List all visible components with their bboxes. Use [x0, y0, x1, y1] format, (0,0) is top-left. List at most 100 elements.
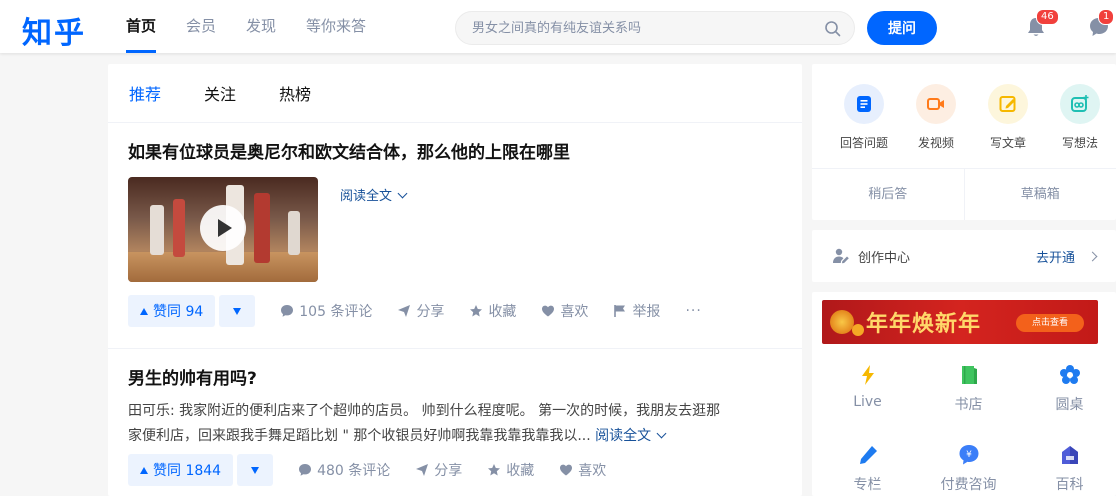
search-input[interactable]: [472, 12, 822, 44]
video-court-decor: [128, 252, 318, 282]
search-icon[interactable]: [824, 20, 842, 38]
app-grid: Live 书店 圆桌 专栏 ¥ 付费咨询 百科: [812, 354, 1116, 496]
tab-follow[interactable]: 关注: [204, 64, 236, 122]
video-player-figure: [150, 205, 164, 255]
app-label: Live: [853, 394, 882, 410]
like-label: 喜欢: [560, 304, 589, 320]
tab-hot[interactable]: 热榜: [279, 64, 311, 122]
app-bookstore[interactable]: 书店: [923, 354, 1014, 434]
new-year-banner[interactable]: 年年焕新年 点击查看: [822, 300, 1098, 344]
creator-action-label: 回答问题: [839, 136, 888, 150]
like-button[interactable]: 喜欢: [559, 460, 606, 480]
like-button[interactable]: 喜欢: [541, 301, 588, 321]
app-column[interactable]: 专栏: [822, 434, 913, 496]
app-paid-consult[interactable]: ¥ 付费咨询: [923, 434, 1014, 496]
zhihu-logo[interactable]: 知乎: [22, 8, 86, 52]
write-article-button[interactable]: 写文章: [972, 84, 1044, 168]
play-icon[interactable]: [200, 205, 246, 251]
video-player-figure: [173, 199, 185, 257]
creator-action-label: 发视频: [917, 136, 954, 150]
search-box: [455, 11, 855, 45]
live-icon: [861, 365, 874, 385]
share-button[interactable]: 分享: [397, 301, 444, 321]
column-icon: [859, 446, 877, 464]
comment-button[interactable]: 480 条评论: [298, 460, 390, 480]
ask-question-button[interactable]: 提问: [867, 11, 937, 45]
message-badge: 1: [1098, 9, 1115, 25]
excerpt-text: 我家附近的便利店来了个超帅的店员。 帅到什么程度呢。 第一次的时候，我朋友去逛那: [179, 403, 721, 419]
collect-button[interactable]: 收藏: [469, 301, 516, 321]
collect-label: 收藏: [506, 463, 535, 479]
heart-icon: [560, 464, 573, 476]
app-encyclopedia[interactable]: 百科: [1024, 434, 1115, 496]
video-player-figure: [254, 193, 270, 263]
app-roundtable[interactable]: 圆桌: [1024, 354, 1115, 434]
read-more-link[interactable]: 阅读全文: [595, 428, 667, 444]
share-icon: [416, 464, 429, 476]
excerpt-line: 田可乐: 我家附近的便利店来了个超帅的店员。 帅到什么程度呢。 第一次的时候，我…: [128, 399, 778, 424]
comment-button[interactable]: 105 条评论: [280, 301, 372, 321]
read-more-link[interactable]: 阅读全文: [340, 185, 408, 204]
question-title[interactable]: 男生的帅有用吗?: [128, 349, 782, 391]
post-video-button[interactable]: 发视频: [900, 84, 972, 168]
answer-question-button[interactable]: 回答问题: [828, 84, 900, 168]
svg-text:¥: ¥: [966, 450, 972, 460]
go-open-link[interactable]: 去开通: [1036, 247, 1075, 266]
action-bar: 赞同 94 105 条评论 分享 收藏 喜欢 举报 ···: [128, 295, 702, 327]
chevron-down-icon: [397, 188, 408, 199]
comment-icon: [281, 305, 294, 317]
write-idea-button[interactable]: 写想法: [1044, 84, 1116, 168]
creator-center-label: 创作中心: [858, 250, 911, 266]
apps-card: 年年焕新年 点击查看 Live 书店 圆桌 专栏 ¥ 付费咨询 百科: [812, 292, 1116, 496]
video-thumbnail[interactable]: [128, 177, 318, 282]
app-label: 专栏: [853, 477, 882, 493]
like-label: 喜欢: [578, 463, 607, 479]
upvote-button[interactable]: 赞同 94: [128, 295, 216, 327]
chevron-down-icon: [656, 428, 667, 439]
idea-icon: [1060, 84, 1100, 124]
excerpt-text: 家便利店，回来跟我手舞足蹈比划 " 那个收银员好帅啊我靠我靠我靠我以...: [128, 428, 591, 444]
banner-cta-button[interactable]: 点击查看: [1016, 314, 1084, 332]
flag-icon: [614, 305, 626, 317]
consult-icon: ¥: [959, 445, 978, 465]
creator-center-row: 创作中心 去开通: [812, 230, 1116, 282]
heart-icon: [542, 305, 555, 317]
downvote-arrow-icon: [233, 308, 242, 315]
collect-button[interactable]: 收藏: [487, 460, 534, 480]
question-title[interactable]: 如果有位球员是奥尼尔和欧文结合体，那么他的上限在哪里: [128, 123, 782, 165]
feed-item: 男生的帅有用吗? 田可乐: 我家附近的便利店来了个超帅的店员。 帅到什么程度呢。…: [108, 349, 802, 486]
comment-label: 480 条评论: [317, 463, 391, 479]
app-label: 百科: [1055, 477, 1084, 493]
app-live[interactable]: Live: [822, 354, 913, 434]
lantern-decoration: [830, 310, 854, 334]
downvote-button[interactable]: [219, 295, 256, 327]
feed-card: 推荐 关注 热榜 如果有位球员是奥尼尔和欧文结合体，那么他的上限在哪里 阅读全文…: [108, 64, 802, 496]
report-label: 举报: [632, 304, 661, 320]
share-label: 分享: [416, 304, 445, 320]
collect-label: 收藏: [488, 304, 517, 320]
app-label: 书店: [954, 397, 983, 413]
video-player-figure: [288, 211, 300, 255]
tab-recommend[interactable]: 推荐: [129, 64, 161, 122]
creator-center-card[interactable]: 创作中心 去开通: [812, 230, 1116, 282]
answer-excerpt[interactable]: 田可乐: 我家附近的便利店来了个超帅的店员。 帅到什么程度呢。 第一次的时候，我…: [128, 399, 778, 449]
nav-waiting[interactable]: 等你来答: [306, 0, 366, 53]
report-button[interactable]: 举报: [613, 301, 660, 321]
nav-vip[interactable]: 会员: [186, 0, 216, 53]
star-icon: [470, 305, 483, 317]
nav-discover[interactable]: 发现: [246, 0, 276, 53]
answer-later-row: 稍后答 草稿箱: [812, 168, 1116, 220]
main-nav: 首页 会员 发现 等你来答: [126, 0, 396, 53]
downvote-button[interactable]: [237, 454, 274, 486]
upvote-button[interactable]: 赞同 1844: [128, 454, 234, 486]
share-button[interactable]: 分享: [415, 460, 462, 480]
creator-card: 回答问题 发视频 写文章 写想法 稍后答 草稿箱: [812, 64, 1116, 220]
app-label: 圆桌: [1055, 397, 1084, 413]
answer-author: 田可乐:: [128, 403, 175, 419]
nav-home[interactable]: 首页: [126, 0, 157, 53]
coin-decoration: [852, 324, 864, 336]
drafts-button[interactable]: 草稿箱: [963, 169, 1116, 220]
more-button[interactable]: ···: [685, 303, 701, 319]
later-answer-button[interactable]: 稍后答: [812, 169, 964, 220]
write-icon: [988, 84, 1028, 124]
